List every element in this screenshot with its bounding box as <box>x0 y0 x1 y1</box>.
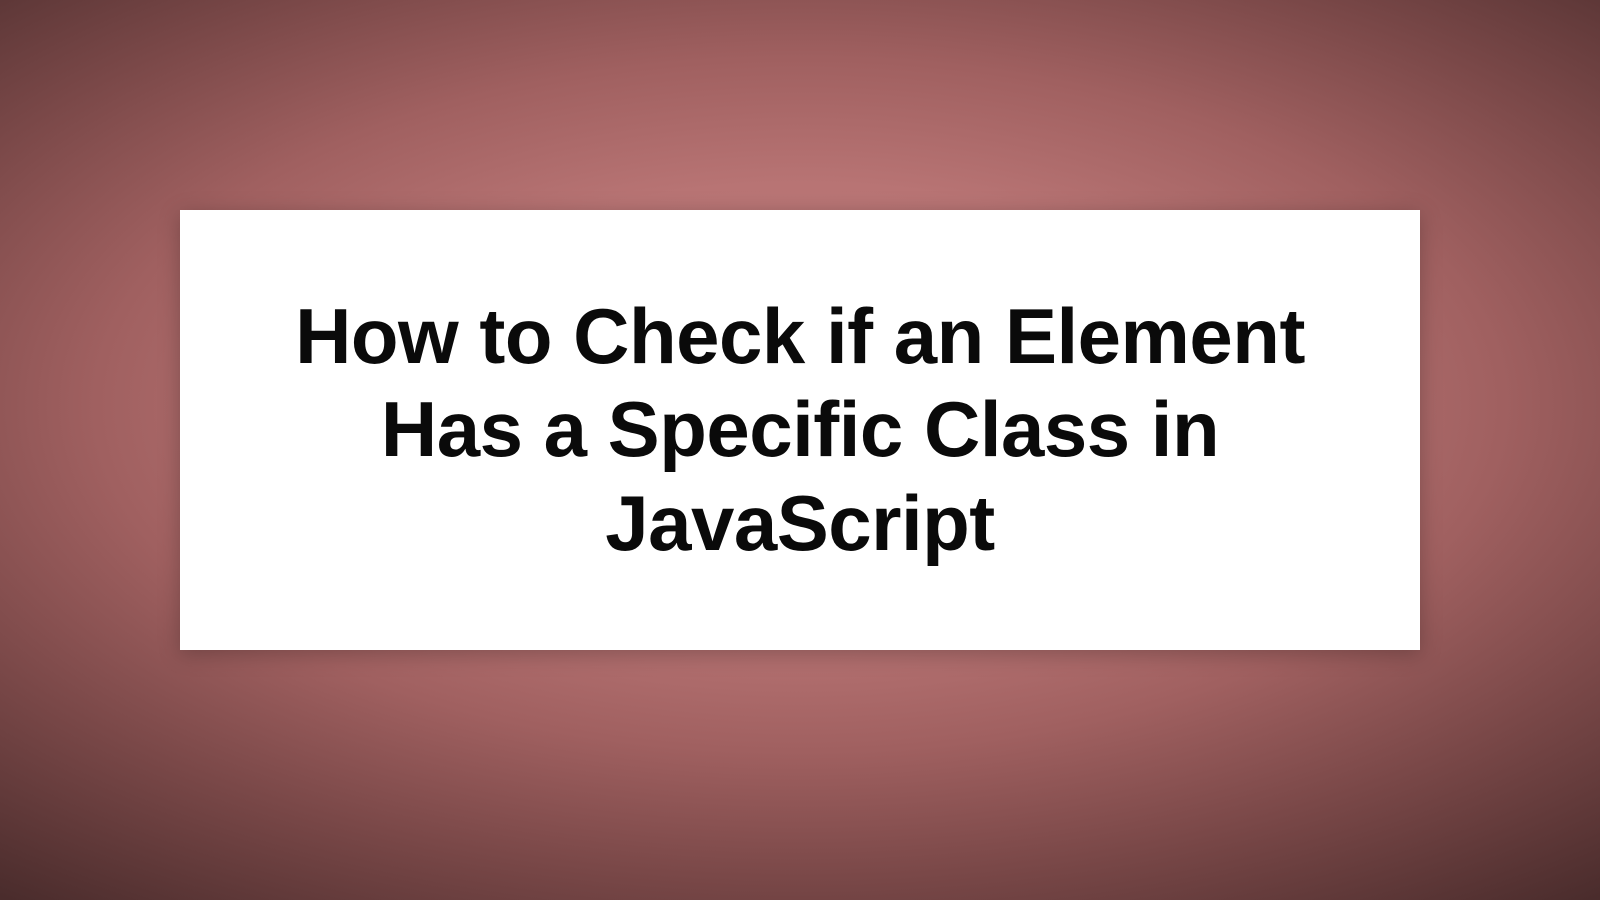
title-card: How to Check if an Element Has a Specifi… <box>180 210 1420 650</box>
page-background: How to Check if an Element Has a Specifi… <box>0 0 1600 900</box>
article-title: How to Check if an Element Has a Specifi… <box>180 290 1420 571</box>
